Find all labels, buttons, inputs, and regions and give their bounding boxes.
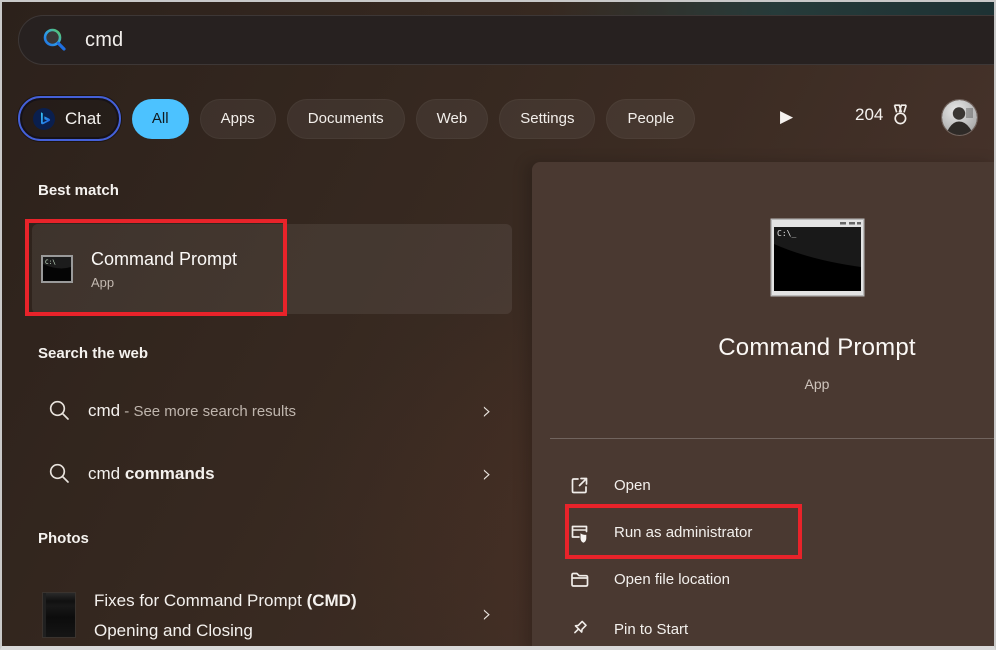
action-label: Pin to Start (614, 621, 688, 638)
search-suggestion-icon (48, 399, 71, 422)
preview-title: Command Prompt (636, 334, 996, 362)
rewards-badge[interactable]: 204 (855, 103, 911, 127)
cmd-app-icon: C:\ (40, 254, 74, 284)
section-header-web: Search the web (38, 345, 148, 362)
run-as-admin-icon (568, 522, 590, 543)
photo-result-text: Fixes for Command Prompt (CMD) Opening a… (94, 586, 482, 646)
tab-apps[interactable]: Apps (200, 99, 276, 139)
best-match-subtitle: App (91, 275, 237, 290)
cmd-app-icon-large: C:\_ (770, 218, 865, 297)
web-suggestion-text: cmd - See more search results (88, 401, 482, 421)
bing-chat-icon (31, 106, 57, 132)
tab-people[interactable]: People (606, 99, 695, 139)
section-header-photos: Photos (38, 530, 89, 547)
action-open[interactable]: Open (568, 469, 988, 501)
action-pin-to-start[interactable]: Pin to Start (568, 613, 988, 645)
medal-icon (890, 103, 911, 127)
search-input[interactable]: cmd (85, 29, 123, 52)
tab-web[interactable]: Web (416, 99, 489, 139)
windows-search-flyout: cmd Chat All Apps Documents Web Setti (0, 0, 996, 650)
action-label: Open (614, 477, 651, 494)
action-label: Open file location (614, 571, 730, 588)
search-icon (41, 26, 69, 54)
tab-documents[interactable]: Documents (287, 99, 405, 139)
web-suggestion-text: cmd commands (88, 464, 482, 484)
web-suggestion-row[interactable]: cmd commands › (38, 462, 492, 485)
photo-thumbnail (42, 592, 76, 638)
rewards-points: 204 (855, 105, 883, 125)
action-label: Run as administrator (614, 524, 752, 541)
best-match-result[interactable]: C:\ Command Prompt App (32, 224, 512, 314)
tab-chat-label: Chat (65, 109, 101, 129)
tab-chat[interactable]: Chat (18, 96, 121, 141)
search-suggestion-icon (48, 462, 71, 485)
svg-text:C:\: C:\ (45, 259, 56, 266)
chevron-right-icon[interactable]: › (482, 401, 492, 421)
action-open-file-location[interactable]: Open file location (568, 563, 988, 595)
web-suggestion-row[interactable]: cmd - See more search results › (38, 399, 492, 422)
search-filter-tabs: Chat All Apps Documents Web Settings Peo… (18, 96, 695, 141)
photo-result-row[interactable]: Fixes for Command Prompt (CMD) Opening a… (38, 586, 492, 646)
preview-panel: C:\_ Command Prompt App Open (532, 162, 996, 650)
pin-icon (568, 619, 590, 640)
tab-settings[interactable]: Settings (499, 99, 595, 139)
section-header-best-match: Best match (38, 182, 119, 199)
action-run-as-administrator[interactable]: Run as administrator (568, 516, 988, 548)
svg-text:C:\_: C:\_ (777, 229, 796, 238)
chevron-right-icon[interactable]: › (482, 604, 492, 646)
user-avatar[interactable] (942, 100, 977, 135)
best-match-title: Command Prompt (91, 249, 237, 270)
divider (550, 438, 996, 439)
tab-all[interactable]: All (132, 99, 189, 139)
preview-subtitle: App (636, 376, 996, 392)
open-icon (568, 475, 590, 496)
search-bar[interactable]: cmd (18, 15, 994, 65)
folder-icon (568, 569, 590, 590)
chevron-right-icon[interactable]: › (482, 464, 492, 484)
more-filters-icon[interactable]: ▶ (780, 106, 800, 128)
desktop-wallpaper-edge (2, 2, 994, 15)
